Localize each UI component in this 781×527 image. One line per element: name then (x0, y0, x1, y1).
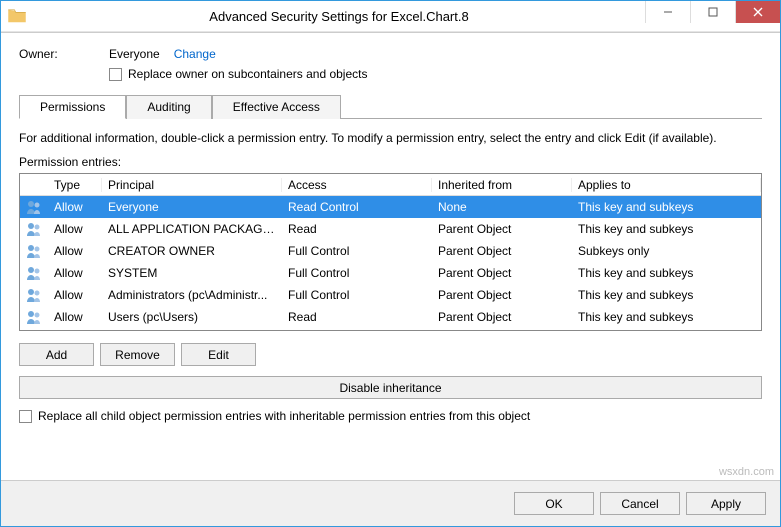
users-icon (20, 265, 48, 281)
cell-access: Read (282, 310, 432, 324)
replace-all-row: Replace all child object permission entr… (19, 409, 762, 423)
replace-all-label: Replace all child object permission entr… (38, 409, 530, 423)
replace-all-checkbox[interactable] (19, 410, 32, 423)
cell-inherited: Parent Object (432, 222, 572, 236)
users-icon (20, 309, 48, 325)
cell-type: Allow (48, 200, 102, 214)
cell-type: Allow (48, 222, 102, 236)
entries-label: Permission entries: (19, 155, 762, 169)
cell-principal: ALL APPLICATION PACKAGES (102, 222, 282, 236)
close-button[interactable] (735, 1, 780, 23)
col-access[interactable]: Access (282, 178, 432, 192)
permission-grid: Type Principal Access Inherited from App… (19, 173, 762, 331)
grid-header: Type Principal Access Inherited from App… (20, 174, 761, 196)
col-type[interactable]: Type (48, 178, 102, 192)
cell-access: Read Control (282, 200, 432, 214)
cell-inherited: Parent Object (432, 310, 572, 324)
cell-type: Allow (48, 244, 102, 258)
cell-inherited: Parent Object (432, 288, 572, 302)
cell-applies: This key and subkeys (572, 310, 761, 324)
cell-principal: CREATOR OWNER (102, 244, 282, 258)
cell-applies: This key and subkeys (572, 200, 761, 214)
users-icon (20, 243, 48, 259)
users-icon (20, 287, 48, 303)
dialog-footer: OK Cancel Apply (1, 480, 780, 526)
table-row[interactable]: AllowSYSTEMFull ControlParent ObjectThis… (20, 262, 761, 284)
cell-access: Read (282, 222, 432, 236)
apply-button[interactable]: Apply (686, 492, 766, 515)
titlebar: Advanced Security Settings for Excel.Cha… (1, 1, 780, 31)
ok-button[interactable]: OK (514, 492, 594, 515)
table-row[interactable]: AllowALL APPLICATION PACKAGESReadParent … (20, 218, 761, 240)
cell-applies: This key and subkeys (572, 288, 761, 302)
tab-auditing[interactable]: Auditing (126, 95, 211, 119)
tab-strip: Permissions Auditing Effective Access (19, 95, 762, 119)
info-text: For additional information, double-click… (19, 131, 762, 145)
replace-owner-row: Replace owner on subcontainers and objec… (109, 67, 762, 81)
window-title: Advanced Security Settings for Excel.Cha… (33, 9, 645, 24)
cell-type: Allow (48, 288, 102, 302)
permissions-panel: For additional information, double-click… (19, 119, 762, 423)
owner-label: Owner: (19, 47, 109, 61)
watermark: wsxdn.com (719, 466, 774, 478)
users-icon (20, 199, 48, 215)
add-button[interactable]: Add (19, 343, 94, 366)
table-row[interactable]: AllowCREATOR OWNERFull ControlParent Obj… (20, 240, 761, 262)
cell-type: Allow (48, 310, 102, 324)
maximize-button[interactable] (690, 1, 735, 23)
security-settings-window: Advanced Security Settings for Excel.Cha… (0, 0, 781, 527)
col-applies[interactable]: Applies to (572, 178, 761, 192)
disable-inheritance-button[interactable]: Disable inheritance (19, 376, 762, 399)
owner-value: Everyone (109, 47, 160, 61)
cell-applies: This key and subkeys (572, 222, 761, 236)
tab-effective-access[interactable]: Effective Access (212, 95, 341, 119)
owner-row: Owner: Everyone Change (19, 47, 762, 61)
col-inherited[interactable]: Inherited from (432, 178, 572, 192)
inheritance-row: Disable inheritance (19, 376, 762, 399)
cell-access: Full Control (282, 266, 432, 280)
cell-access: Full Control (282, 244, 432, 258)
cell-principal: Administrators (pc\Administr... (102, 288, 282, 302)
col-principal[interactable]: Principal (102, 178, 282, 192)
cell-principal: Everyone (102, 200, 282, 214)
tab-permissions[interactable]: Permissions (19, 95, 126, 119)
content-area: Owner: Everyone Change Replace owner on … (1, 33, 780, 423)
remove-button[interactable]: Remove (100, 343, 175, 366)
edit-button[interactable]: Edit (181, 343, 256, 366)
folder-icon (7, 6, 27, 26)
cell-applies: Subkeys only (572, 244, 761, 258)
cell-inherited: Parent Object (432, 244, 572, 258)
window-controls (645, 1, 780, 23)
change-owner-link[interactable]: Change (174, 47, 216, 61)
table-row[interactable]: AllowUsers (pc\Users)ReadParent ObjectTh… (20, 306, 761, 328)
cell-inherited: None (432, 200, 572, 214)
cell-principal: Users (pc\Users) (102, 310, 282, 324)
cell-access: Full Control (282, 288, 432, 302)
table-row[interactable]: AllowAdministrators (pc\Administr...Full… (20, 284, 761, 306)
minimize-button[interactable] (645, 1, 690, 23)
cell-principal: SYSTEM (102, 266, 282, 280)
cancel-button[interactable]: Cancel (600, 492, 680, 515)
replace-owner-checkbox[interactable] (109, 68, 122, 81)
grid-body: AllowEveryoneRead ControlNoneThis key an… (20, 196, 761, 328)
entry-buttons: Add Remove Edit (19, 343, 762, 366)
users-icon (20, 221, 48, 237)
table-row[interactable]: AllowEveryoneRead ControlNoneThis key an… (20, 196, 761, 218)
replace-owner-label: Replace owner on subcontainers and objec… (128, 67, 367, 81)
cell-applies: This key and subkeys (572, 266, 761, 280)
cell-type: Allow (48, 266, 102, 280)
cell-inherited: Parent Object (432, 266, 572, 280)
